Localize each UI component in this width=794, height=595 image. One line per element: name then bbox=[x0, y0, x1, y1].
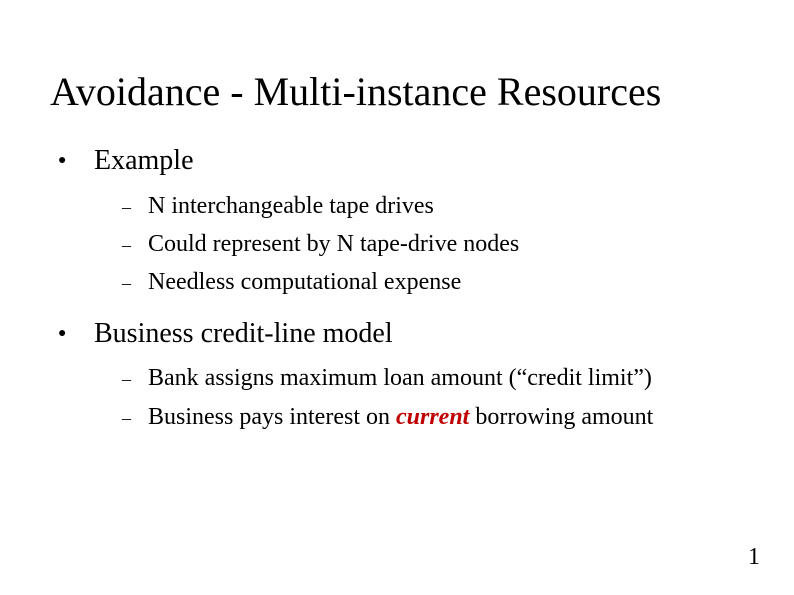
slide-title: Avoidance - Multi-instance Resources bbox=[50, 70, 744, 114]
sub-bullet-text: Needless computational expense bbox=[148, 266, 461, 298]
sub-bullet-item: – Business pays interest on current borr… bbox=[122, 401, 744, 433]
sub-bullet-item: – Could represent by N tape-drive nodes bbox=[122, 228, 744, 260]
slide-body: ● Example – N interchangeable tape drive… bbox=[50, 144, 744, 433]
sub-bullet-item: – Needless computational expense bbox=[122, 266, 744, 298]
emphasis-text: current bbox=[396, 404, 469, 430]
bullet-item: ● Business credit-line model – Bank assi… bbox=[50, 317, 744, 433]
bullet-item: ● Example – N interchangeable tape drive… bbox=[50, 144, 744, 299]
dash-bullet-icon: – bbox=[122, 272, 148, 295]
sub-bullet-list: – N interchangeable tape drives – Could … bbox=[50, 190, 744, 299]
sub-bullet-list: – Bank assigns maximum loan amount (“cre… bbox=[50, 362, 744, 433]
bullet-label: Business credit-line model bbox=[94, 317, 393, 351]
sub-bullet-item: – N interchangeable tape drives bbox=[122, 190, 744, 222]
disc-bullet-icon: ● bbox=[50, 154, 94, 168]
slide: Avoidance - Multi-instance Resources ● E… bbox=[0, 0, 794, 595]
sub-bullet-text: Bank assigns maximum loan amount (“credi… bbox=[148, 362, 652, 394]
dash-bullet-icon: – bbox=[122, 196, 148, 219]
dash-bullet-icon: – bbox=[122, 234, 148, 257]
sub-bullet-text: Business pays interest on current borrow… bbox=[148, 401, 653, 433]
bullet-label: Example bbox=[94, 144, 194, 178]
sub-bullet-text: Could represent by N tape-drive nodes bbox=[148, 228, 519, 260]
sub-bullet-text: N interchangeable tape drives bbox=[148, 190, 434, 222]
disc-bullet-icon: ● bbox=[50, 327, 94, 341]
page-number: 1 bbox=[748, 544, 760, 571]
sub-bullet-item: – Bank assigns maximum loan amount (“cre… bbox=[122, 362, 744, 394]
dash-bullet-icon: – bbox=[122, 407, 148, 430]
dash-bullet-icon: – bbox=[122, 368, 148, 391]
bullet-list: ● Example – N interchangeable tape drive… bbox=[50, 144, 744, 433]
